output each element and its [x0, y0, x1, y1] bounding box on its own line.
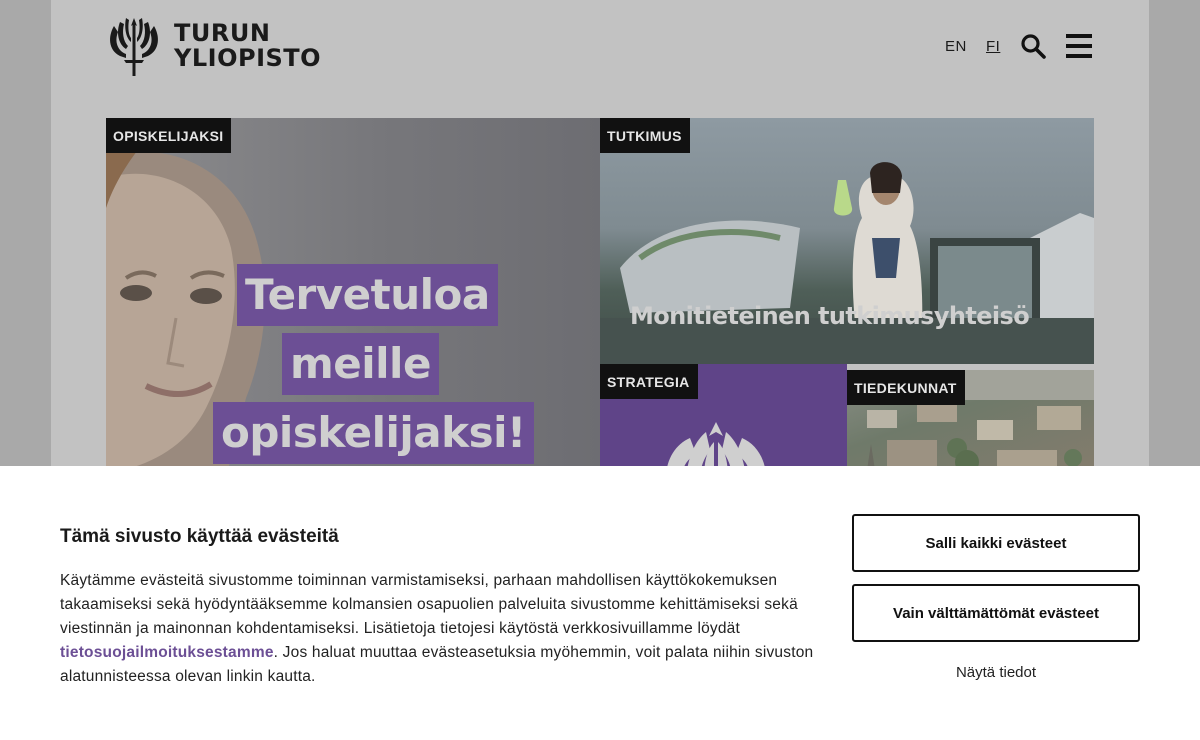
headline-line-1: Tervetuloa	[237, 264, 498, 326]
privacy-notice-link[interactable]: tietosuojailmoituksestamme	[60, 644, 274, 661]
necessary-cookies-only-button[interactable]: Vain välttämättömät evästeet	[852, 584, 1140, 642]
cookie-description: Käytämme evästeitä sivustomme toiminnan …	[60, 569, 820, 689]
research-caption: Monitieteinen tutkimusyhteisö	[630, 302, 1030, 330]
search-button[interactable]	[1020, 33, 1046, 59]
students-headline: Tervetuloa meille opiskelijaksi!	[106, 118, 600, 478]
cookie-title: Tämä sivusto käyttää evästeitä	[60, 526, 339, 547]
cookie-text-before-link: Käytämme evästeitä sivustomme toiminnan …	[60, 572, 798, 637]
headline-line-3: opiskelijaksi!	[213, 402, 534, 464]
language-en-link[interactable]: EN	[945, 38, 967, 55]
hamburger-menu-icon	[1066, 34, 1092, 58]
students-tile[interactable]: OPISKELIJAKSI Tervetuloa meille opiskeli…	[106, 118, 600, 478]
headline-line-2: meille	[282, 333, 439, 395]
cookie-consent-banner: Tämä sivusto käyttää evästeitä Käytämme …	[0, 466, 1200, 740]
research-tile-label: TUTKIMUS	[600, 118, 690, 153]
logo-wordmark: TURUN YLIOPISTO	[174, 21, 321, 71]
strategy-logo-icon	[666, 422, 766, 478]
research-tile[interactable]: TUTKIMUS Monitieteinen tutkimusyhteisö	[600, 118, 1094, 364]
faculties-tile-label: TIEDEKUNNAT	[847, 370, 965, 405]
search-icon	[1021, 34, 1046, 59]
show-details-link[interactable]: Näytä tiedot	[852, 664, 1140, 681]
menu-button[interactable]	[1066, 33, 1092, 59]
logo-line2: YLIOPISTO	[174, 44, 322, 72]
strategy-tile[interactable]: STRATEGIA	[600, 364, 847, 478]
faculties-tile[interactable]: TIEDEKUNNAT	[847, 370, 1094, 478]
trident-logo-icon	[110, 18, 158, 76]
language-fi-link[interactable]: FI	[986, 38, 1000, 55]
allow-all-cookies-button[interactable]: Salli kaikki evästeet	[852, 514, 1140, 572]
logo-line1: TURUN	[174, 19, 271, 47]
university-logo[interactable]: TURUN YLIOPISTO	[106, 14, 321, 78]
